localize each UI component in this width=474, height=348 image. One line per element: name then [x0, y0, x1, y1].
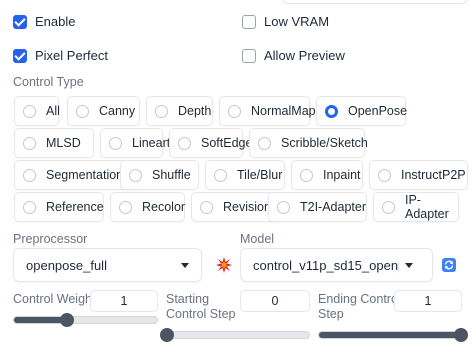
control-weight-input[interactable]: 1 [90, 290, 158, 312]
radio-label: Lineart [132, 136, 171, 150]
starting-step-label-line2: Control Step [166, 307, 236, 321]
starting-step-label: Starting Control Step [166, 292, 235, 322]
low-vram-label: Low VRAM [264, 14, 330, 29]
radio-circle[interactable] [155, 104, 168, 118]
control-type-option-depth[interactable]: Depth [146, 96, 213, 126]
radio-label: All [46, 104, 60, 118]
radio-label: Tile/Blur [237, 168, 283, 182]
enable-label: Enable [35, 14, 76, 29]
pixel-perfect-checkbox[interactable]: Pixel Perfect [13, 48, 108, 63]
radio-label: Recolor [142, 200, 186, 214]
radio-circle[interactable] [23, 104, 36, 118]
control-type-option-inpaint[interactable]: Inpaint [291, 160, 363, 190]
allow-preview-check-box[interactable] [242, 48, 256, 63]
enable-checkbox[interactable]: Enable [13, 14, 75, 29]
radio-label: Inpaint [323, 168, 361, 182]
control-type-label: Control Type [13, 75, 84, 89]
radio-circle[interactable] [23, 168, 36, 182]
model-value: control_v11p_sd15_openpose [253, 257, 399, 273]
control-type-option-lineart[interactable]: Lineart [100, 128, 170, 158]
radio-circle[interactable] [129, 168, 142, 182]
radio-label: OpenPose [348, 104, 408, 118]
starting-step-label-line1: Starting [166, 292, 210, 306]
control-type-option-normalmap[interactable]: NormalMap [219, 96, 316, 126]
radio-circle[interactable] [300, 168, 313, 182]
radio-circle[interactable] [23, 200, 36, 214]
explosion-icon[interactable] [216, 257, 232, 273]
ending-step-slider[interactable] [318, 328, 468, 342]
radio-label: T2I-Adapter [300, 200, 367, 214]
preprocessor-dropdown[interactable]: openpose_full [13, 248, 202, 282]
control-type-option-scribble-sketch[interactable]: Scribble/Sketch [249, 128, 368, 158]
radio-circle[interactable] [228, 104, 241, 118]
radio-label: Canny [99, 104, 136, 118]
control-type-option-tile-blur[interactable]: Tile/Blur [205, 160, 285, 190]
top-panel-edge [282, 0, 468, 4]
ending-step-slider-fill [319, 332, 461, 338]
allow-preview-checkbox[interactable]: Allow Preview [242, 48, 345, 63]
radio-circle[interactable] [378, 168, 391, 182]
radio-label: InstructP2P [401, 168, 466, 182]
control-type-option-mlsd[interactable]: MLSD [14, 128, 94, 158]
model-label: Model [240, 232, 275, 246]
radio-label: Reference [46, 200, 104, 214]
model-dropdown[interactable]: control_v11p_sd15_openpose [240, 248, 433, 282]
radio-label: NormalMap [251, 104, 316, 118]
radio-circle[interactable] [109, 136, 122, 150]
control-weight-slider-thumb[interactable] [59, 313, 74, 327]
control-type-option-all[interactable]: All [14, 96, 60, 126]
radio-circle[interactable] [277, 200, 290, 214]
control-weight-slider[interactable] [13, 313, 158, 327]
ending-step-input[interactable]: 1 [394, 290, 462, 312]
preprocessor-value: openpose_full [26, 257, 107, 273]
low-vram-check-box[interactable] [242, 14, 256, 29]
radio-label: Segmentation [46, 168, 124, 182]
radio-circle[interactable] [325, 104, 338, 118]
enable-check-box[interactable] [13, 14, 27, 29]
control-weight-slider-fill [14, 317, 67, 323]
ending-step-label-line2: Step [318, 307, 344, 321]
low-vram-checkbox[interactable]: Low VRAM [242, 14, 329, 29]
starting-step-input[interactable]: 0 [240, 290, 310, 312]
radio-label: MLSD [46, 136, 81, 150]
chevron-down-icon [405, 262, 413, 268]
control-type-option-recolor[interactable]: Recolor [110, 192, 185, 222]
radio-circle[interactable] [119, 200, 132, 214]
pixel-perfect-label: Pixel Perfect [35, 48, 108, 63]
starting-step-slider[interactable] [160, 328, 310, 342]
radio-circle[interactable] [200, 200, 213, 214]
pixel-perfect-check-box[interactable] [13, 48, 27, 63]
radio-label: IP-Adapter [405, 193, 449, 221]
radio-circle[interactable] [214, 168, 227, 182]
control-type-option-canny[interactable]: Canny [67, 96, 140, 126]
radio-circle[interactable] [23, 136, 36, 150]
ending-step-label: Ending Control Step [318, 292, 401, 322]
ending-step-slider-thumb[interactable] [454, 328, 468, 342]
ending-step-label-line1: Ending Control [318, 292, 401, 306]
radio-circle[interactable] [382, 200, 395, 214]
radio-label: Revision [223, 200, 271, 214]
preprocessor-label: Preprocessor [13, 232, 88, 246]
control-type-option-reference[interactable]: Reference [14, 192, 104, 222]
starting-step-slider-thumb[interactable] [160, 328, 174, 342]
control-weight-label: Control Weight [13, 292, 96, 306]
radio-label: SoftEdge [201, 136, 253, 150]
control-type-option-softedge[interactable]: SoftEdge [169, 128, 252, 158]
radio-circle[interactable] [178, 136, 191, 150]
chevron-down-icon [181, 262, 189, 268]
radio-label: Depth [178, 104, 212, 118]
radio-label: Shuffle [152, 168, 191, 182]
control-type-option-t2i-adapter[interactable]: T2I-Adapter [268, 192, 367, 222]
radio-circle[interactable] [76, 104, 89, 118]
radio-label: Scribble/Sketch [281, 136, 368, 150]
radio-circle[interactable] [258, 136, 271, 150]
control-type-option-ip-adapter[interactable]: IP-Adapter [373, 192, 459, 222]
refresh-icon[interactable] [442, 258, 456, 272]
control-type-option-instructp2p[interactable]: InstructP2P [369, 160, 468, 190]
control-type-option-shuffle[interactable]: Shuffle [120, 160, 199, 190]
allow-preview-label: Allow Preview [264, 48, 345, 63]
control-type-option-openpose[interactable]: OpenPose [316, 96, 408, 126]
